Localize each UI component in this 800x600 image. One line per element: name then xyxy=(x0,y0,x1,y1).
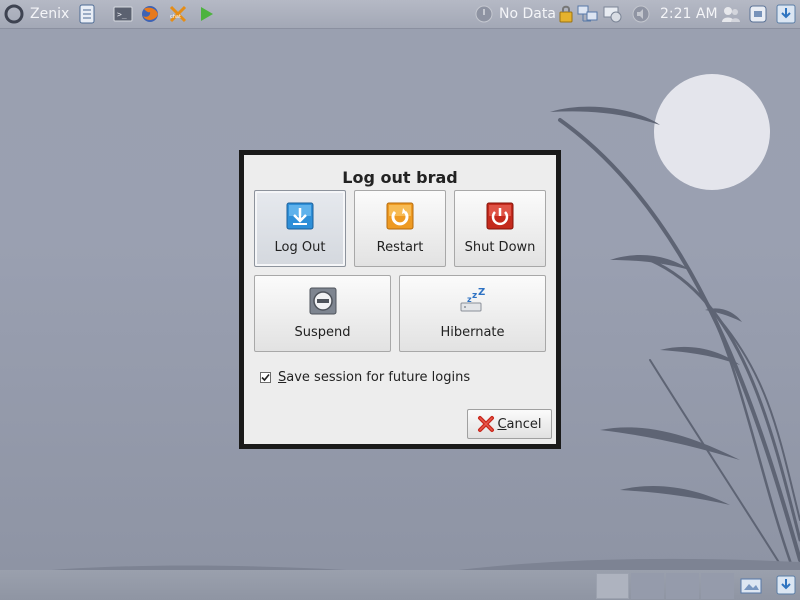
lock-indicator[interactable] xyxy=(557,4,575,24)
save-session-label: Save session for future logins xyxy=(278,369,471,385)
lock-icon xyxy=(559,5,573,23)
logout-dialog: Log out brad Log Out Restart Shut Down S… xyxy=(239,150,561,449)
desktop-icon[interactable] xyxy=(740,576,762,596)
network-indicator[interactable]: No Data xyxy=(474,4,556,24)
bottom-panel xyxy=(0,570,800,600)
dialog-body: Log out brad Log Out Restart Shut Down S… xyxy=(244,155,556,444)
shut-down-button[interactable]: Shut Down xyxy=(454,190,546,267)
restart-icon xyxy=(386,202,414,230)
terminal-icon: >_ xyxy=(113,6,133,22)
hibernate-button[interactable]: z z Z Hibernate xyxy=(399,275,546,352)
menu-label: Zenix xyxy=(30,6,70,22)
firefox-icon xyxy=(142,6,158,22)
zenix-logo-icon xyxy=(4,4,24,24)
suspend-icon xyxy=(309,287,336,315)
user-switcher[interactable] xyxy=(720,4,742,24)
svg-text:chat: chat xyxy=(170,14,181,20)
top-panel: Zenix >_ chat No Data 2:21 AM xyxy=(0,0,800,29)
hibernate-label: Hibernate xyxy=(440,325,505,340)
network-manager-icon xyxy=(577,5,598,22)
play-icon xyxy=(201,7,213,21)
volume-control[interactable] xyxy=(631,4,651,24)
cancel-label: Cancel xyxy=(497,416,542,432)
network-manager[interactable] xyxy=(577,4,599,24)
tools-launcher[interactable]: chat xyxy=(168,4,188,24)
screenshot-tool[interactable] xyxy=(748,4,768,24)
users-icon xyxy=(722,7,740,22)
workspace-1[interactable] xyxy=(596,573,629,599)
system-updates[interactable] xyxy=(602,4,624,24)
clock[interactable]: 2:21 AM xyxy=(660,4,718,24)
workspace-2[interactable] xyxy=(631,573,664,599)
file-manager-icon xyxy=(79,4,95,24)
bottom-download-icon[interactable] xyxy=(776,575,796,595)
power-icon xyxy=(486,202,514,230)
log-out-icon xyxy=(286,202,314,230)
download-button[interactable] xyxy=(776,4,796,24)
suspend-label: Suspend xyxy=(294,325,351,340)
screenshot-icon xyxy=(749,5,767,23)
cancel-button[interactable]: Cancel xyxy=(467,409,552,439)
file-manager-launcher[interactable] xyxy=(78,4,96,24)
cancel-icon xyxy=(478,416,495,432)
network-status-text: No Data xyxy=(499,6,556,22)
log-out-label: Log Out xyxy=(274,240,326,255)
firefox-launcher[interactable] xyxy=(140,4,160,24)
dialog-title: Log out brad xyxy=(342,168,458,187)
shut-down-label: Shut Down xyxy=(464,240,536,255)
checkmark-icon xyxy=(261,373,270,381)
log-out-button[interactable]: Log Out xyxy=(254,190,346,267)
save-session-checkbox[interactable] xyxy=(260,371,271,383)
clock-text: 2:21 AM xyxy=(660,6,718,22)
volume-icon xyxy=(632,5,650,23)
play-launcher[interactable] xyxy=(196,4,216,24)
network-icon xyxy=(475,5,493,23)
menu-button[interactable]: Zenix xyxy=(4,4,69,24)
suspend-button[interactable]: Suspend xyxy=(254,275,391,352)
tools-icon: chat xyxy=(169,5,187,23)
workspace-4[interactable] xyxy=(701,573,734,599)
restart-button[interactable]: Restart xyxy=(354,190,446,267)
hibernate-icon: z z Z xyxy=(460,287,485,312)
system-updates-icon xyxy=(603,6,622,23)
svg-text:>_: >_ xyxy=(117,10,127,19)
download-icon xyxy=(776,4,796,24)
restart-label: Restart xyxy=(376,240,424,255)
svg-text:Z: Z xyxy=(478,287,485,298)
save-session-row[interactable]: Save session for future logins xyxy=(260,369,470,385)
workspace-3[interactable] xyxy=(666,573,699,599)
moon xyxy=(654,74,770,190)
svg-text:z: z xyxy=(472,291,477,301)
terminal-launcher[interactable]: >_ xyxy=(113,4,133,24)
